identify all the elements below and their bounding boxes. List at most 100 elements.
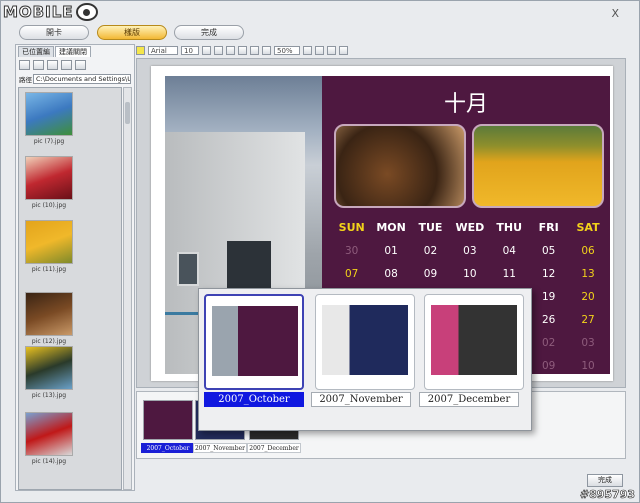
month-title: 十月: [443, 92, 488, 117]
thumbnail-item[interactable]: pic (10).jpg: [25, 156, 73, 209]
tab-locations[interactable]: 已位置編: [18, 46, 54, 57]
brand-text: MOBILE: [3, 3, 74, 22]
calendar-day: 09: [423, 267, 438, 280]
calendar-day: 13: [581, 267, 595, 280]
path-row: 路徑 C:\Documents and Settings\Users\A\: [19, 73, 131, 84]
template-label-december[interactable]: 2007_December: [419, 392, 519, 407]
thumbnail-image-5: [25, 412, 73, 456]
template-preview: [212, 306, 298, 376]
template-label-november[interactable]: 2007_November: [311, 392, 411, 407]
calendar-day: 02: [541, 336, 556, 349]
refresh-icon[interactable]: [47, 60, 58, 70]
eye-icon: [75, 3, 98, 21]
calendar-day: 10: [463, 267, 477, 280]
font-select[interactable]: Arial: [148, 45, 178, 55]
panel-toolbar: [19, 60, 86, 70]
wizard-step-2-button[interactable]: 樣版: [97, 25, 167, 40]
calendar-day: 08: [384, 267, 398, 280]
calendar-day: 26: [541, 313, 556, 326]
weekday-label: THU: [496, 221, 523, 234]
strip-label-october[interactable]: 2007_October: [141, 443, 195, 453]
weekday-label: WED: [455, 221, 485, 234]
template-card-october[interactable]: [204, 294, 304, 390]
watermark-id: #895793: [579, 488, 636, 502]
brand-logo: MOBILE: [3, 2, 98, 22]
thumbnail-caption: pic (14).jpg: [31, 458, 67, 465]
thumbnail-scrollbar[interactable]: [123, 87, 132, 490]
calendar-day: 19: [541, 290, 556, 303]
up-folder-icon[interactable]: [33, 60, 44, 70]
path-field[interactable]: C:\Documents and Settings\Users\A\: [33, 73, 131, 84]
calendar-day: 12: [541, 267, 556, 280]
template-preview: [431, 305, 517, 375]
align-right-icon[interactable]: [262, 45, 271, 55]
delete-icon[interactable]: [75, 60, 86, 70]
format-toolbar: Arial 10 50%: [136, 44, 626, 56]
calendar-day: 03: [463, 244, 477, 257]
finish-button[interactable]: 完成: [587, 474, 623, 487]
thumbnail-caption: pic (10).jpg: [31, 202, 67, 209]
photo-slot-leaves[interactable]: [334, 124, 466, 208]
thumbnail-image-0: [25, 92, 73, 136]
underline-icon[interactable]: [226, 45, 235, 55]
template-popup: 2007_October 2007_November 2007_December: [198, 288, 532, 431]
flip-icon[interactable]: [315, 45, 324, 55]
calendar-day: 03: [581, 336, 595, 349]
calendar-week-row: 07 08 09 10 11 12 13: [332, 262, 608, 285]
image-browser-panel: 已位置編 建議關閉 路徑 C:\Documents and Settings\U…: [15, 44, 135, 491]
align-center-icon[interactable]: [250, 45, 259, 55]
photo-window: [177, 252, 199, 286]
photo-slot-flowers[interactable]: [472, 124, 604, 208]
rotate-icon[interactable]: [303, 45, 312, 55]
calendar-day: 07: [345, 267, 359, 280]
thumbnail-list[interactable]: pic (7).jpg pic (10).jpg pic (11).jpg pi…: [18, 87, 122, 490]
font-size-select[interactable]: 10: [181, 45, 199, 55]
weekday-label: TUE: [418, 221, 443, 234]
scrollbar-thumb[interactable]: [125, 102, 130, 124]
thumbnail-item[interactable]: pic (13).jpg: [25, 346, 73, 399]
strip-card-october[interactable]: [143, 400, 193, 440]
close-icon[interactable]: X: [611, 7, 619, 20]
thumbnail-item[interactable]: pic (7).jpg: [25, 92, 73, 145]
strip-label-november[interactable]: 2007_November: [193, 443, 247, 453]
calendar-day: 27: [581, 313, 595, 326]
calendar-day: 02: [423, 244, 438, 257]
calendar-day: 04: [502, 244, 516, 257]
strip-label-december[interactable]: 2007_December: [247, 443, 301, 453]
thumbnail-item[interactable]: pic (14).jpg: [25, 412, 73, 465]
bold-icon[interactable]: [202, 45, 211, 55]
wizard-step-3-button[interactable]: 完成: [174, 25, 244, 40]
layer-icon[interactable]: [339, 45, 348, 55]
zoom-select[interactable]: 50%: [274, 45, 300, 55]
folder-icon[interactable]: [19, 60, 30, 70]
thumbnail-item[interactable]: pic (11).jpg: [25, 220, 73, 273]
calendar-day: 11: [502, 267, 516, 280]
thumbnail-caption: pic (13).jpg: [31, 392, 67, 399]
thumbnail-item[interactable]: pic (12).jpg: [25, 292, 73, 345]
path-label: 路徑: [19, 75, 32, 84]
calendar-day: 20: [581, 290, 595, 303]
copy-icon[interactable]: [61, 60, 72, 70]
calendar-week-row: 30 01 02 03 04 05 06: [332, 239, 608, 262]
thumbnail-image-2: [25, 220, 73, 264]
calendar-day: 01: [384, 244, 398, 257]
template-card-november[interactable]: [315, 294, 415, 390]
thumbnail-image-3: [25, 292, 73, 336]
calendar-day: 05: [541, 244, 556, 257]
weekday-row: SUN MON TUE WED THU FRI SAT: [332, 216, 608, 239]
color-swatch-icon[interactable]: [136, 45, 145, 55]
italic-icon[interactable]: [214, 45, 223, 55]
template-preview: [322, 305, 408, 375]
template-label-october[interactable]: 2007_October: [204, 392, 304, 407]
calendar-day: 09: [541, 359, 556, 372]
align-left-icon[interactable]: [238, 45, 247, 55]
crop-icon[interactable]: [327, 45, 336, 55]
wizard-step-1-button[interactable]: 開卡: [19, 25, 89, 40]
weekday-label: FRI: [538, 221, 559, 234]
weekday-label: SUN: [338, 221, 365, 234]
weekday-label: MON: [376, 221, 406, 234]
calendar-day: 10: [581, 359, 595, 372]
template-card-december[interactable]: [424, 294, 524, 390]
thumbnail-image-1: [25, 156, 73, 200]
tab-suggested[interactable]: 建議關閉: [55, 46, 91, 57]
